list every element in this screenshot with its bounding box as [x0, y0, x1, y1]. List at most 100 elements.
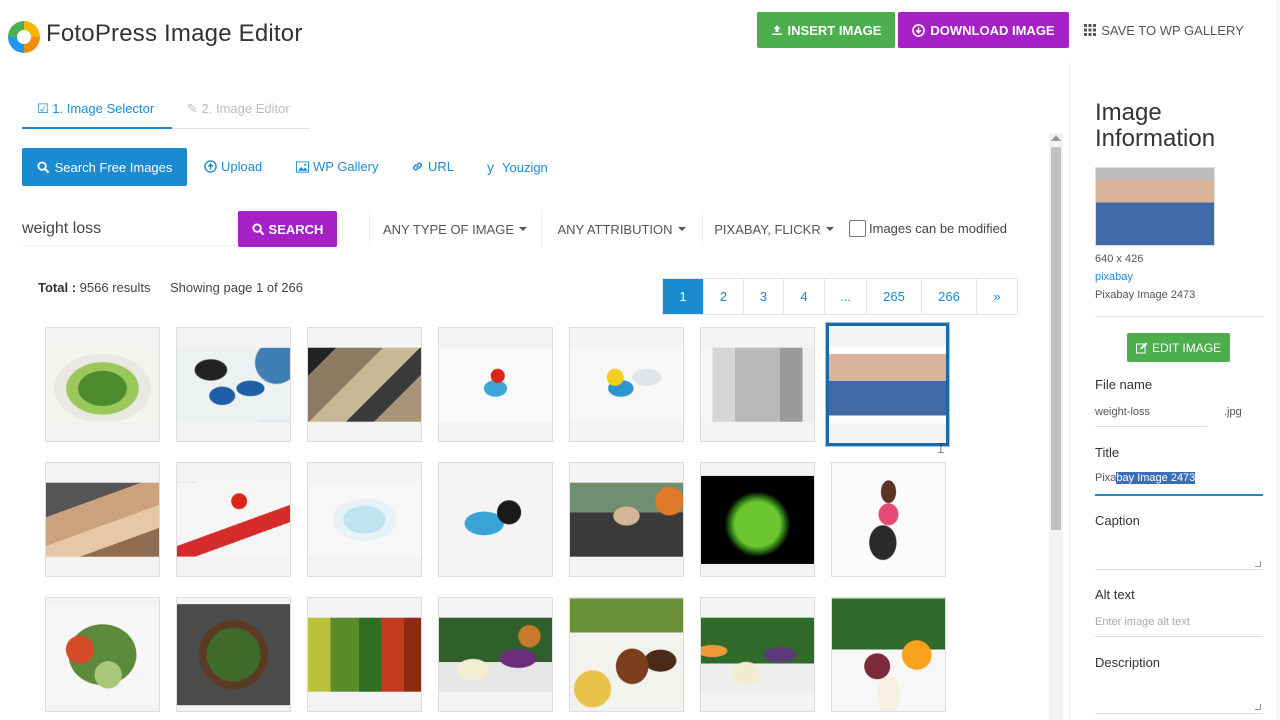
download-circle-icon: [912, 23, 926, 37]
search-free-images-tab[interactable]: Search Free Images: [22, 148, 187, 186]
edit-icon: [1135, 342, 1148, 353]
image-thumbnail[interactable]: [438, 327, 553, 442]
image-thumbnail-selected[interactable]: [826, 323, 949, 446]
athlete-image: [570, 482, 683, 557]
results-total: Total : 9566 results: [38, 280, 150, 295]
image-thumbnail[interactable]: [569, 327, 684, 442]
alt-text-label: Alt text: [1095, 587, 1135, 602]
image-thumbnail[interactable]: [307, 327, 422, 442]
image-source-link[interactable]: pixabay: [1095, 271, 1133, 283]
image-name: Pixabay Image 2473: [1095, 289, 1196, 301]
woman-scale-image: [832, 463, 945, 576]
image-thumbnail[interactable]: [45, 462, 160, 577]
image-thumbnail[interactable]: [307, 597, 422, 712]
waist-tape-image: [701, 347, 814, 422]
peppers-image: [308, 617, 421, 692]
image-type-dropdown[interactable]: ANY TYPE OF IMAGE: [369, 211, 540, 247]
resize-handle-icon[interactable]: [1255, 561, 1261, 567]
image-thumbnail[interactable]: [45, 597, 160, 712]
upload-tab[interactable]: Upload: [204, 159, 262, 174]
greens-oranges-image: [832, 598, 945, 711]
wp-gallery-label: WP Gallery: [313, 159, 379, 174]
file-name-input[interactable]: weight-loss: [1095, 406, 1150, 418]
resize-handle-icon[interactable]: [1255, 704, 1261, 710]
search-button-label: SEARCH: [268, 221, 324, 237]
insert-image-button[interactable]: INSERT IMAGE: [757, 12, 895, 48]
youzign-tab[interactable]: y Youzign: [487, 159, 548, 175]
file-name-underline: [1095, 426, 1207, 427]
page-1-button[interactable]: 1: [663, 279, 703, 314]
attribution-dropdown[interactable]: ANY ATTRIBUTION: [541, 211, 701, 247]
image-thumbnail[interactable]: [176, 597, 291, 712]
image-thumbnail[interactable]: [45, 327, 160, 442]
dumbbells-scale-image: [177, 347, 290, 422]
source-dropdown[interactable]: PIXABAY, FLICKR: [702, 211, 845, 247]
caret-down-icon: [825, 227, 834, 231]
results-scrollbar-thumb[interactable]: [1051, 147, 1061, 530]
youzign-icon: y: [487, 159, 494, 175]
salad-bowl-image: [177, 603, 290, 706]
url-tab[interactable]: URL: [411, 159, 454, 174]
page-3-button[interactable]: 3: [743, 279, 783, 314]
save-to-wp-gallery-button[interactable]: SAVE TO WP GALLERY: [1073, 12, 1255, 48]
apple-tape-image: [439, 347, 552, 422]
file-extension: .jpg: [1224, 406, 1242, 418]
alt-text-input[interactable]: Enter image alt text: [1095, 616, 1190, 628]
page-status: Showing page 1 of 266: [170, 280, 303, 295]
edit-image-button[interactable]: EDIT IMAGE: [1127, 333, 1230, 362]
bottles-fruit-image: [570, 598, 683, 711]
caption-label: Caption: [1095, 513, 1140, 528]
image-thumbnail[interactable]: [569, 597, 684, 712]
green-apple-image: [701, 475, 814, 564]
page-265-button[interactable]: 265: [866, 279, 921, 314]
image-thumbnail[interactable]: [700, 597, 815, 712]
image-type-value: ANY TYPE OF IMAGE: [383, 221, 514, 237]
page-2-button[interactable]: 2: [703, 279, 743, 314]
description-label: Description: [1095, 655, 1161, 670]
app-title: FotoPress Image Editor: [46, 20, 303, 47]
caret-down-icon: [677, 227, 686, 231]
search-input[interactable]: [22, 212, 236, 246]
image-thumbnail[interactable]: [831, 462, 946, 577]
text-cursor-icon: 𝙸: [936, 440, 946, 456]
image-thumbnail[interactable]: [700, 327, 815, 442]
upload-icon: [771, 25, 782, 35]
lemon-tape-image: [570, 347, 683, 422]
selected-image-preview: [1095, 167, 1215, 246]
file-name-label: File name: [1095, 377, 1153, 392]
next-page-button[interactable]: »: [976, 279, 1017, 314]
image-thumbnail[interactable]: [176, 462, 291, 577]
image-information-title: Image Information: [1095, 99, 1216, 152]
tab-image-editor[interactable]: ✎ 2. Image Editor: [187, 101, 290, 117]
search-button[interactable]: SEARCH: [238, 211, 337, 247]
search-free-images-label: Search Free Images: [54, 159, 173, 175]
image-thumbnail[interactable]: [176, 327, 291, 442]
image-thumbnail[interactable]: [307, 462, 422, 577]
caret-down-icon: [519, 227, 527, 231]
image-dimensions: 640 x 426: [1095, 253, 1144, 265]
caption-textarea[interactable]: [1095, 569, 1263, 570]
results-total-value: 9566 results: [79, 280, 151, 295]
page-scrollbar[interactable]: [1276, 0, 1280, 720]
image-thumbnail[interactable]: [700, 462, 815, 577]
title-input[interactable]: Pixabay Image 2473: [1095, 472, 1263, 496]
download-image-label: DOWNLOAD IMAGE: [930, 22, 1055, 38]
tab-image-selector[interactable]: ☑ 1. Image Selector: [37, 101, 154, 117]
title-text-unselected: Pixa: [1095, 472, 1117, 484]
pagination: 1 2 3 4 ... 265 266 »: [662, 278, 1018, 315]
download-image-button[interactable]: DOWNLOAD IMAGE: [898, 12, 1069, 48]
image-thumbnail[interactable]: [569, 462, 684, 577]
page-266-button[interactable]: 266: [921, 279, 976, 314]
page-4-button[interactable]: 4: [783, 279, 824, 314]
alt-text-underline: [1095, 636, 1263, 637]
glass-scale-image: [308, 482, 421, 557]
description-textarea[interactable]: [1095, 713, 1263, 714]
sandwich-caliper-image: [46, 482, 159, 557]
insert-image-label: INSERT IMAGE: [787, 22, 882, 38]
images-can-be-modified-checkbox[interactable]: [849, 220, 866, 237]
image-thumbnail[interactable]: [831, 597, 946, 712]
image-thumbnail[interactable]: [438, 462, 553, 577]
wp-gallery-tab[interactable]: WP Gallery: [296, 159, 379, 174]
scroll-up-arrow-icon[interactable]: [1051, 135, 1061, 141]
image-thumbnail[interactable]: [438, 597, 553, 712]
